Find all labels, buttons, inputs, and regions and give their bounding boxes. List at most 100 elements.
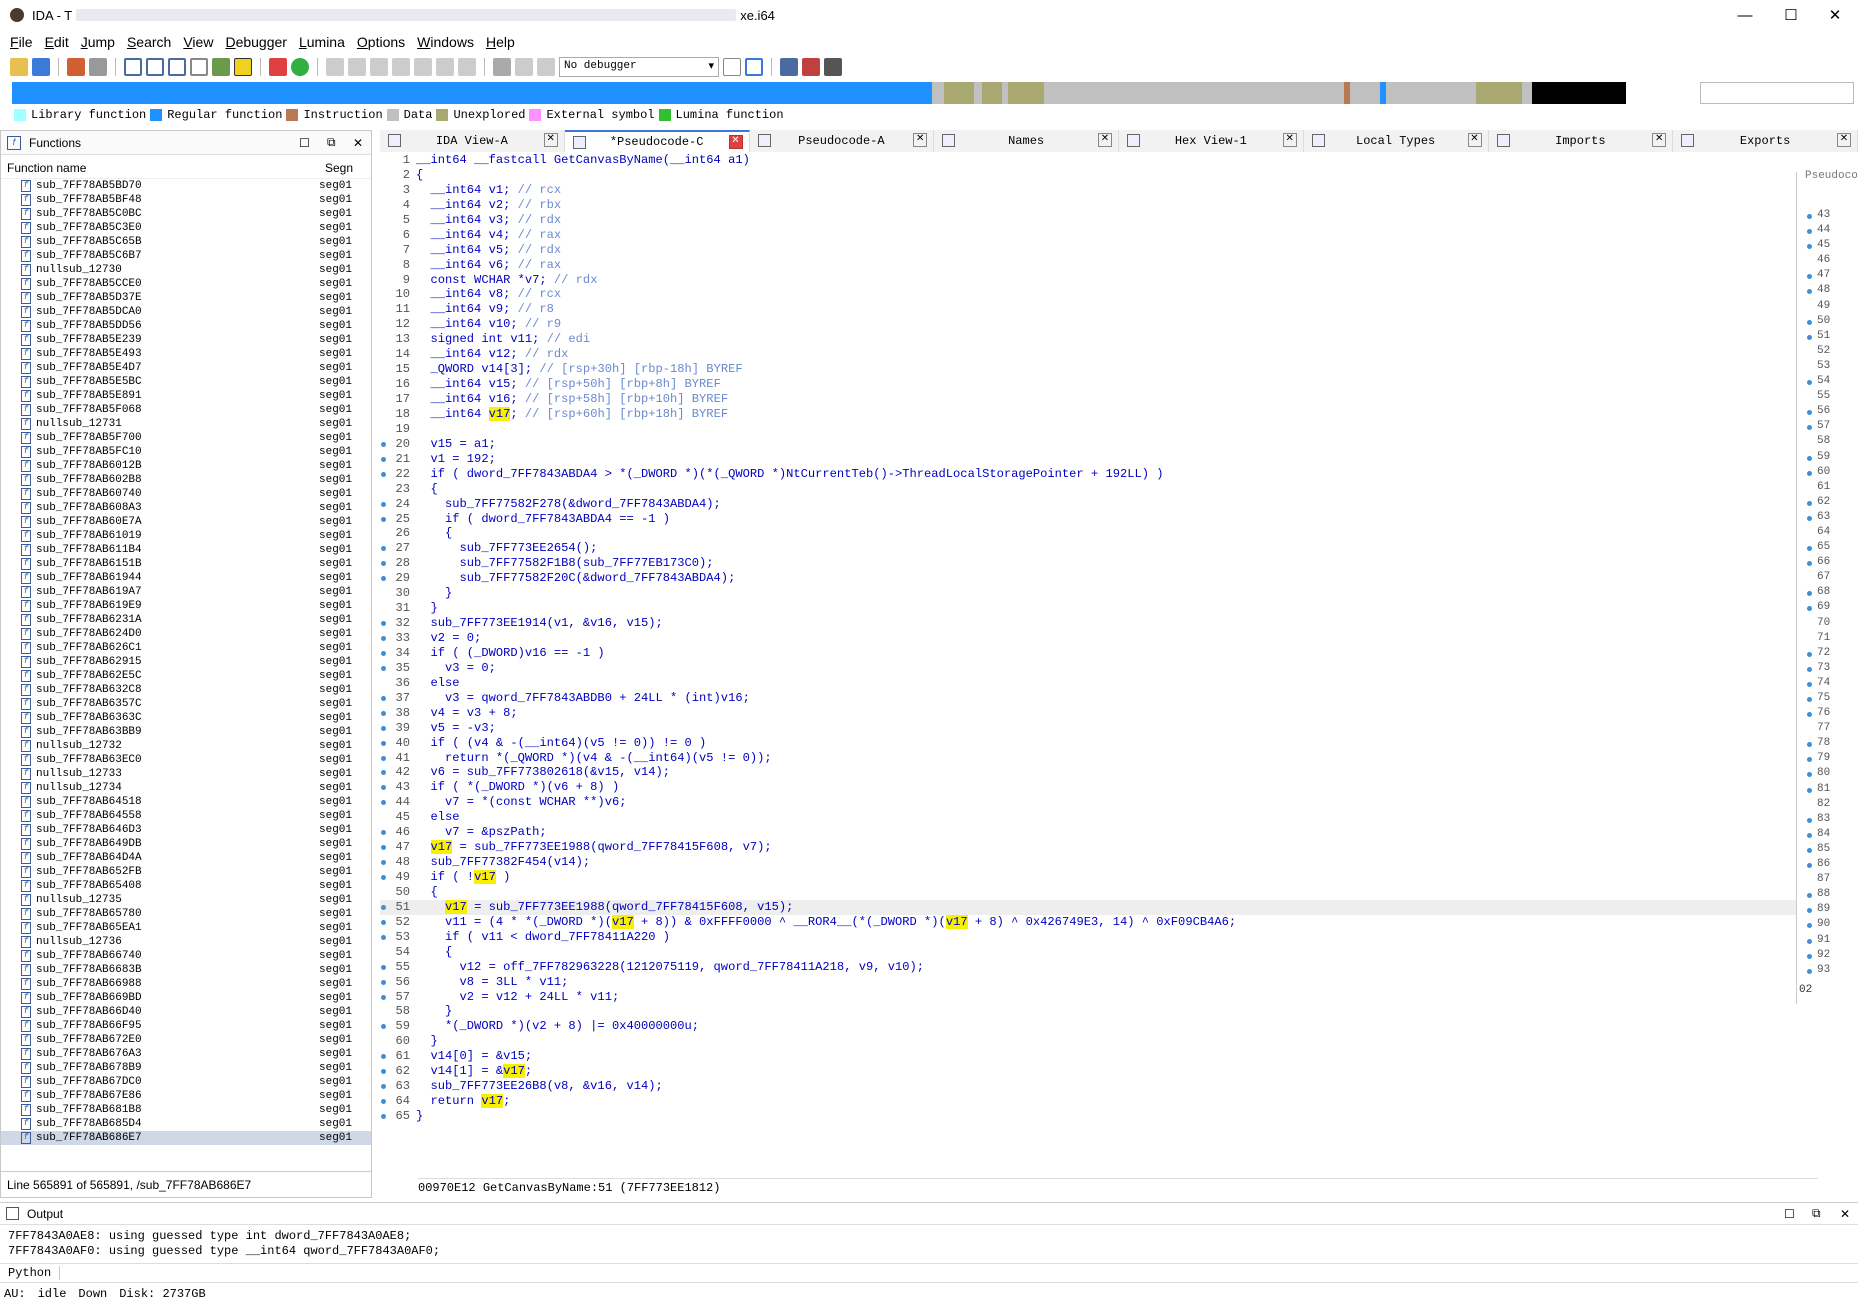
function-row[interactable]: f sub_7FF78AB632C8 seg01 — [1, 683, 371, 697]
function-row[interactable]: f sub_7FF78AB619E9 seg01 — [1, 599, 371, 613]
pause-icon[interactable] — [515, 58, 533, 76]
close-window-button[interactable]: ✕ — [1812, 0, 1858, 30]
output-restore-icon[interactable]: ⧉ — [1812, 1206, 1821, 1221]
color-icon[interactable] — [234, 58, 252, 76]
code-line[interactable]: 52 v11 = (4 * *(_DWORD *)(v17 + 8)) & 0x… — [380, 914, 1796, 930]
function-row[interactable]: f sub_7FF78AB5BF48 seg01 — [1, 193, 371, 207]
back-icon[interactable] — [67, 58, 85, 76]
navigation-band[interactable] — [12, 82, 1676, 104]
tool-icon-2[interactable] — [348, 58, 366, 76]
function-row[interactable]: f sub_7FF78AB5BD70 seg01 — [1, 179, 371, 193]
code-line[interactable]: 7 __int64 v5; // rdx — [380, 243, 1796, 258]
function-row[interactable]: f sub_7FF78AB5C3E0 seg01 — [1, 221, 371, 235]
tab-close-icon[interactable]: ✕ — [728, 135, 743, 149]
code-line[interactable]: 10 __int64 v8; // rcx — [380, 287, 1796, 302]
stop-icon[interactable] — [537, 58, 555, 76]
panel-close-icon[interactable]: ✕ — [353, 136, 363, 150]
code-line[interactable]: 42 v6 = sub_7FF773802618(&v15, v14); — [380, 765, 1796, 780]
code-line[interactable]: 14 __int64 v12; // rdx — [380, 347, 1796, 362]
tab-close-icon[interactable]: ✕ — [1282, 133, 1297, 147]
tool-icon-4[interactable] — [392, 58, 410, 76]
code-line[interactable]: 41 return *(_QWORD *)(v4 & -(__int64)(v5… — [380, 751, 1796, 766]
function-row[interactable]: f sub_7FF78AB5CCE0 seg01 — [1, 277, 371, 291]
function-row[interactable]: f sub_7FF78AB5E5BC seg01 — [1, 375, 371, 389]
function-row[interactable]: f sub_7FF78AB669BD seg01 — [1, 991, 371, 1005]
function-row[interactable]: f sub_7FF78AB608A3 seg01 — [1, 501, 371, 515]
function-row[interactable]: f sub_7FF78AB5E239 seg01 — [1, 333, 371, 347]
function-row[interactable]: f nullsub_12734 seg01 — [1, 781, 371, 795]
function-row[interactable]: f sub_7FF78AB66F95 seg01 — [1, 1019, 371, 1033]
function-row[interactable]: f sub_7FF78AB6231A seg01 — [1, 613, 371, 627]
function-row[interactable]: f sub_7FF78AB61944 seg01 — [1, 571, 371, 585]
code-line[interactable]: 58 } — [380, 1004, 1796, 1019]
function-row[interactable]: f sub_7FF78AB5E493 seg01 — [1, 347, 371, 361]
text-view-icon[interactable] — [146, 58, 164, 76]
function-row[interactable]: f sub_7FF78AB5C65B seg01 — [1, 235, 371, 249]
python-lang-button[interactable]: Python — [0, 1266, 61, 1280]
function-row[interactable]: f sub_7FF78AB5E4D7 seg01 — [1, 361, 371, 375]
function-row[interactable]: f sub_7FF78AB67DC0 seg01 — [1, 1075, 371, 1089]
menu-jump[interactable]: Jump — [81, 34, 115, 50]
tab-close-icon[interactable]: ✕ — [913, 133, 928, 147]
function-row[interactable]: f sub_7FF78AB5F068 seg01 — [1, 403, 371, 417]
code-line[interactable]: 34 if ( (_DWORD)v16 == -1 ) — [380, 646, 1796, 661]
menu-debugger[interactable]: Debugger — [225, 34, 287, 50]
debugger-option-icon-2[interactable] — [745, 58, 763, 76]
function-row[interactable]: f sub_7FF78AB5DCA0 seg01 — [1, 305, 371, 319]
code-line[interactable]: 56 v8 = 3LL * v11; — [380, 975, 1796, 990]
function-row[interactable]: f sub_7FF78AB6012B seg01 — [1, 459, 371, 473]
tab-hex-view-1[interactable]: Hex View-1 ✕ — [1119, 130, 1304, 152]
tool-icon-5[interactable] — [414, 58, 432, 76]
code-line[interactable]: 49 if ( !v17 ) — [380, 870, 1796, 885]
function-row[interactable]: f sub_7FF78AB652FB seg01 — [1, 865, 371, 879]
function-row[interactable]: f sub_7FF78AB676A3 seg01 — [1, 1047, 371, 1061]
output-maximize-icon[interactable]: ☐ — [1784, 1207, 1795, 1221]
code-line[interactable]: 2{ — [380, 168, 1796, 183]
function-row[interactable]: f sub_7FF78AB626C1 seg01 — [1, 641, 371, 655]
floating-tab-title[interactable]: Pseudoco — [1797, 170, 1858, 188]
code-line[interactable]: 19 — [380, 422, 1796, 437]
breakpoint-icon[interactable] — [269, 58, 287, 76]
code-line[interactable]: 30 } — [380, 586, 1796, 601]
code-line[interactable]: 37 v3 = qword_7FF7843ABDB0 + 24LL * (int… — [380, 691, 1796, 706]
code-line[interactable]: 6 __int64 v4; // rax — [380, 228, 1796, 243]
tool-icon-6[interactable] — [436, 58, 454, 76]
save-icon[interactable] — [32, 58, 50, 76]
function-row[interactable]: f sub_7FF78AB6151B seg01 — [1, 557, 371, 571]
function-row[interactable]: f sub_7FF78AB5F700 seg01 — [1, 431, 371, 445]
tab-close-icon[interactable]: ✕ — [543, 133, 558, 147]
tab-close-icon[interactable]: ✕ — [1467, 133, 1482, 147]
function-row[interactable]: f sub_7FF78AB619A7 seg01 — [1, 585, 371, 599]
function-row[interactable]: f sub_7FF78AB6357C seg01 — [1, 697, 371, 711]
tab-pseudocode-a[interactable]: Pseudocode-A ✕ — [749, 130, 935, 152]
code-line[interactable]: 32 sub_7FF773EE1914(v1, &v16, v15); — [380, 616, 1796, 631]
tab-pseudocode-c[interactable]: *Pseudocode-C ✕ — [564, 130, 750, 152]
function-row[interactable]: f sub_7FF78AB64518 seg01 — [1, 795, 371, 809]
forward-icon[interactable] — [89, 58, 107, 76]
code-line[interactable]: 11 __int64 v9; // r8 — [380, 302, 1796, 317]
code-line[interactable]: 8 __int64 v6; // rax — [380, 258, 1796, 273]
code-line[interactable]: 1 __int64 __fastcall GetCanvasByName(__in… — [380, 153, 1796, 168]
tab-ida-view-a[interactable]: IDA View-A ✕ — [380, 130, 565, 152]
code-line[interactable]: 36 else — [380, 676, 1796, 691]
function-row[interactable]: f sub_7FF78AB61019 seg01 — [1, 529, 371, 543]
code-line[interactable]: 64 return v17; — [380, 1094, 1796, 1109]
function-row[interactable]: f sub_7FF78AB646D3 seg01 — [1, 823, 371, 837]
function-row[interactable]: f nullsub_12735 seg01 — [1, 893, 371, 907]
code-line[interactable]: 43 if ( *(_DWORD *)(v6 + 8) ) — [380, 780, 1796, 795]
code-line[interactable]: 57 v2 = v12 + 24LL * v11; — [380, 990, 1796, 1005]
python-command-input[interactable] — [60, 1265, 1858, 1281]
search-icon[interactable] — [190, 58, 208, 76]
function-row[interactable]: f nullsub_12733 seg01 — [1, 767, 371, 781]
tab-close-icon[interactable]: ✕ — [1098, 133, 1112, 147]
panel-restore-icon[interactable]: ⧉ — [327, 135, 336, 150]
proximity-icon[interactable] — [168, 58, 186, 76]
tab-exports[interactable]: Exports ✕ — [1673, 130, 1858, 152]
jump-icon[interactable] — [212, 58, 230, 76]
function-row[interactable]: f sub_7FF78AB5E891 seg01 — [1, 389, 371, 403]
menu-options[interactable]: Options — [357, 34, 405, 50]
code-line[interactable]: 61 v14[0] = &v15; — [380, 1049, 1796, 1064]
function-row[interactable]: f sub_7FF78AB64558 seg01 — [1, 809, 371, 823]
code-line[interactable]: 47 v17 = sub_7FF773EE1988(qword_7FF78415… — [380, 840, 1796, 855]
function-row[interactable]: f sub_7FF78AB64D4A seg01 — [1, 851, 371, 865]
